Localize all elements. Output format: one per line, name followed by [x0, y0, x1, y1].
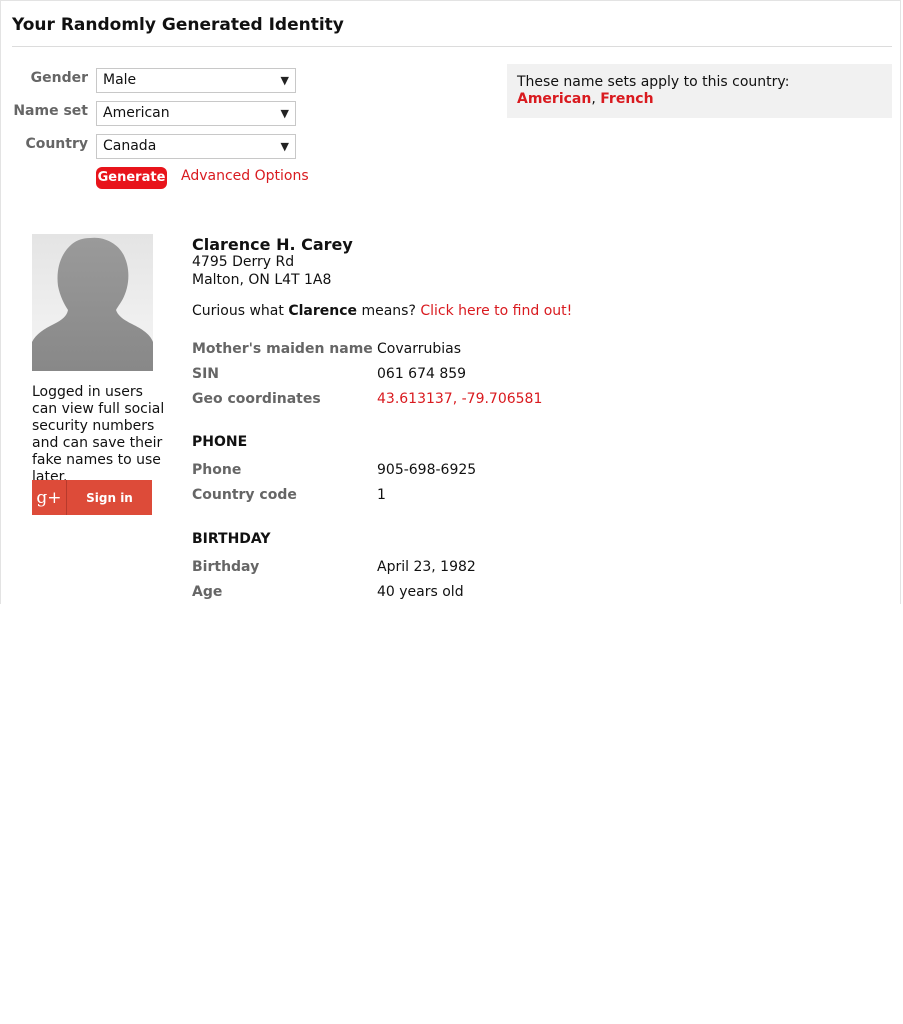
geo-coordinates-label: Geo coordinates [192, 391, 321, 407]
maiden-name-value: Covarrubias [377, 341, 461, 357]
advanced-options-link[interactable]: Advanced Options [181, 168, 309, 184]
generate-button[interactable]: Generate [96, 167, 167, 189]
curious-first-name: Clarence [288, 303, 358, 319]
country-label: Country [25, 136, 88, 152]
name-meaning-link[interactable]: Click here to find out! [420, 303, 572, 319]
nameset-label: Name set [13, 103, 88, 119]
sin-label: SIN [192, 366, 220, 382]
avatar-placeholder [32, 234, 153, 371]
maiden-name-label: Mother's maiden name [192, 341, 373, 357]
country-code-label: Country code [192, 487, 297, 503]
identity-name: Clarence H. Carey [192, 235, 353, 254]
country-code-value: 1 [377, 487, 386, 503]
birthday-label: Birthday [192, 559, 260, 575]
phone-label: Phone [192, 462, 242, 478]
country-select-value: Canada [103, 138, 157, 154]
nameset-info-box: These name sets apply to this country: A… [507, 64, 892, 118]
curious-prefix: Curious what [192, 303, 284, 319]
person-silhouette-icon [32, 237, 153, 371]
chevron-down-icon: ▼ [280, 140, 289, 153]
phone-value: 905-698-6925 [377, 462, 477, 478]
google-signin-button[interactable]: g+ Sign in [32, 480, 152, 515]
age-value: 40 years old [377, 584, 464, 600]
page-title: Your Randomly Generated Identity [12, 15, 344, 35]
name-meaning-prompt: Curious what Clarence means? Click here … [192, 303, 572, 319]
address-line-1: 4795 Derry Rd [192, 254, 295, 270]
gender-label: Gender [30, 70, 88, 86]
nameset-select[interactable]: American ▼ [96, 101, 296, 126]
birthday-value: April 23, 1982 [377, 559, 476, 575]
login-note: Logged in users can view full social sec… [32, 384, 165, 485]
chevron-down-icon: ▼ [280, 74, 289, 87]
title-divider [12, 46, 892, 47]
nameset-select-value: American [103, 105, 170, 121]
nameset-separator: , [591, 91, 601, 107]
nameset-link-american[interactable]: American [517, 91, 591, 107]
birthday-section-heading: BIRTHDAY [192, 531, 271, 547]
identity-panel: Your Randomly Generated Identity Gender … [0, 0, 901, 604]
google-plus-icon: g+ [32, 480, 67, 515]
sin-value: 061 674 859 [377, 366, 467, 382]
nameset-link-french[interactable]: French [600, 91, 653, 107]
geo-coordinates-link[interactable]: 43.613137, -79.706581 [377, 391, 542, 407]
gender-select[interactable]: Male ▼ [96, 68, 296, 93]
phone-section-heading: PHONE [192, 434, 248, 450]
chevron-down-icon: ▼ [280, 107, 289, 120]
address-line-2: Malton, ON L4T 1A8 [192, 272, 332, 288]
nameset-info-text: These name sets apply to this country: [517, 74, 790, 90]
curious-suffix: means? [361, 303, 416, 319]
gender-select-value: Male [103, 72, 137, 88]
age-label: Age [192, 584, 223, 600]
signin-label: Sign in [86, 490, 133, 505]
country-select[interactable]: Canada ▼ [96, 134, 296, 159]
